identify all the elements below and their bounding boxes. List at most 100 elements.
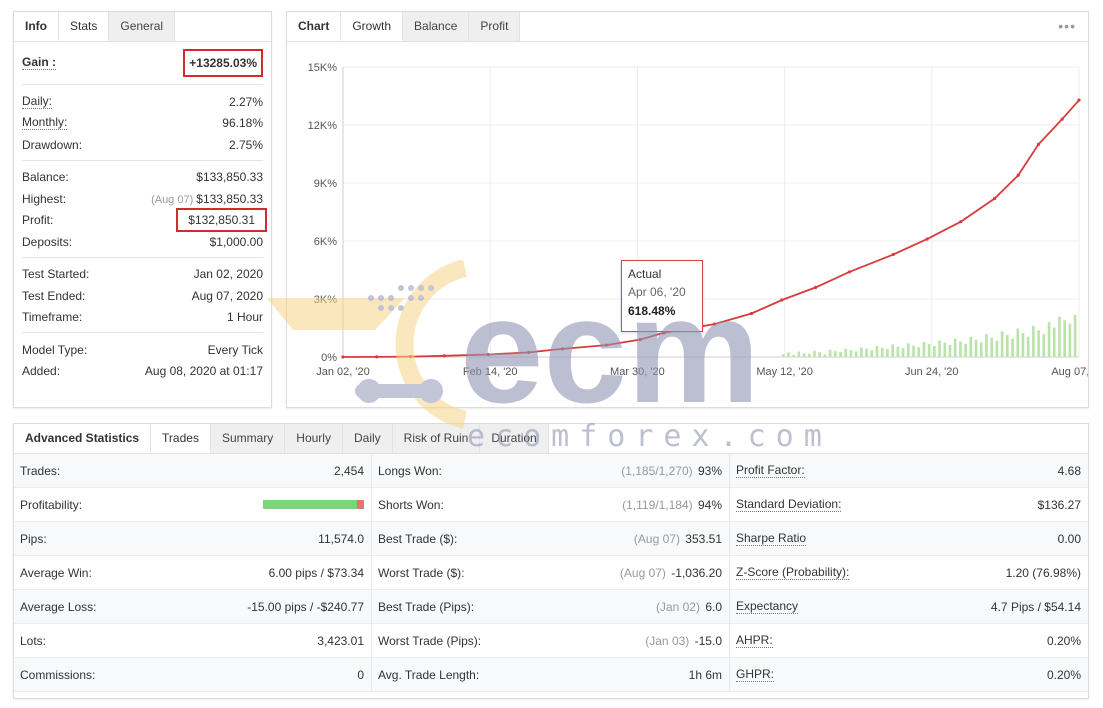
growth-line [342,99,1080,358]
tab-general[interactable]: General [109,12,176,41]
volume-bar [896,346,900,357]
tab-balance[interactable]: Balance [403,12,470,41]
volume-bar [1058,316,1061,357]
table-row: Z-Score (Probability): 1.20 (76.98%) [730,556,1088,590]
stat-value: 3,423.01 [317,633,364,648]
table-row: Avg. Trade Length: 1h 6m [372,658,729,692]
growth-point [847,270,852,274]
stat-value: 94% [697,497,722,512]
stats-col-1: Trades: 2,454 Profitability: Pips: 11,57… [14,454,372,692]
stat-sub: (1,185/1,270) [621,463,693,478]
added-row: Added: Aug 08, 2020 at 01:17 [22,361,263,383]
stat-value: -15.0 [694,633,722,648]
volume-bar [802,353,806,357]
growth-point [638,338,642,342]
chart-tooltip: Actual Apr 06, '20 618.48% [621,260,703,332]
daily-label: Daily: [22,93,53,109]
tab-profit[interactable]: Profit [469,12,521,41]
ellipsis-icon[interactable]: ••• [1058,18,1076,34]
volume-bar [792,354,795,357]
gain-row: Gain : +13285.03% [22,46,263,80]
highest-label: Highest: [22,191,67,206]
profitability-bar [263,500,364,509]
volume-bar [880,347,884,357]
table-row: Standard Deviation: $136.27 [730,488,1088,522]
profit-value: $132,850.31 [176,208,267,233]
tab-summary[interactable]: Summary [210,424,286,453]
model-type-label: Model Type: [22,342,88,357]
divider [22,256,263,258]
profit-row: Profit: $132,850.31 [22,208,267,233]
table-row: Profitability: [14,488,371,522]
stat-value: 4.7 Pips / $54.14 [990,599,1081,614]
volume-bar [844,348,848,357]
volume-bar [1042,334,1046,357]
test-ended-label: Test Ended: [22,288,86,303]
x-tick-label: Jan 02, '20 [316,366,369,378]
deposits-label: Deposits: [22,234,73,249]
tab-chart[interactable]: Chart [287,12,341,41]
x-tick-label: Jun 24, '20 [905,366,958,378]
volume-bar [922,341,926,357]
volume-bar [985,334,988,357]
drawdown-row: Drawdown: 2.75% [22,134,263,156]
y-tick-label: 15K% [308,62,338,74]
tab-trades[interactable]: Trades [150,424,211,453]
tab-growth[interactable]: Growth [340,12,404,41]
tab-duration[interactable]: Duration [480,424,549,453]
volume-bar [849,350,853,357]
timeframe-row: Timeframe: 1 Hour [22,307,263,329]
volume-bar [990,337,993,357]
growth-point [959,220,963,224]
volume-bar [943,342,947,357]
volume-bar [1021,333,1025,357]
volume-bar [974,339,978,357]
tab-advanced-statistics[interactable]: Advanced Statistics [14,424,151,453]
tab-info[interactable]: Info [14,12,58,41]
stat-label: Worst Trade (Pips): [378,633,482,648]
volume-bar [865,348,868,357]
adv-tabs: Advanced Statistics Trades Summary Hourl… [14,424,1088,454]
deposits-row: Deposits: $1,000.00 [22,231,263,253]
volume-bar [1011,338,1014,357]
volume-bar [1016,328,1020,357]
volume-bar [823,354,827,357]
volume-bar [813,350,816,357]
balance-row: Balance: $133,850.33 [22,167,263,189]
stat-value: 11,574.0 [318,531,364,546]
x-tick-label: May 12, '20 [756,366,813,378]
tab-stats[interactable]: Stats [58,12,110,41]
profitability-loss-segment [356,500,364,509]
table-row: Shorts Won: (1,119/1,184) 94% [372,488,729,522]
monthly-row: Monthly: 96.18% [22,113,263,135]
stat-value: 0.20% [1046,633,1081,648]
test-ended-value: Aug 07, 2020 [191,288,263,303]
volume-bar [995,340,999,357]
profit-label: Profit: [22,213,54,228]
volume-bar [953,338,957,357]
stat-value: -1,036.20 [671,565,722,580]
tab-hourly[interactable]: Hourly [285,424,343,453]
stat-label: Avg. Trade Length: [378,667,480,682]
stat-sub: (Jan 03) [645,633,690,648]
growth-point [925,237,929,241]
x-tick-label: Aug 07, '20 [1051,366,1088,378]
volume-bar [1000,331,1004,357]
table-row: Best Trade ($): (Aug 07) 353.51 [372,522,729,556]
stat-label: Lots: [20,633,47,648]
stat-label: Average Loss: [20,599,97,614]
growth-chart: 0% 3K% 6K% 9K% 12K% 15K% Jan 02, '20 Feb 14, '2… [308,62,1088,378]
table-row: Pips: 11,574.0 [14,522,371,556]
volume-bar [901,348,905,357]
volume-bar [906,343,910,357]
stat-sub: (Aug 07) [619,565,666,580]
volume-bar [1052,327,1056,357]
tab-daily[interactable]: Daily [342,424,393,453]
growth-point [527,350,531,354]
tab-risk-of-ruin[interactable]: Risk of Ruin [392,424,481,453]
stat-label: Standard Deviation: [736,496,842,512]
drawdown-value: 2.75% [228,137,263,152]
monthly-value: 96.18% [222,116,263,131]
chart-tabs: Chart Growth Balance Profit [287,12,1088,42]
growth-point [560,347,565,351]
